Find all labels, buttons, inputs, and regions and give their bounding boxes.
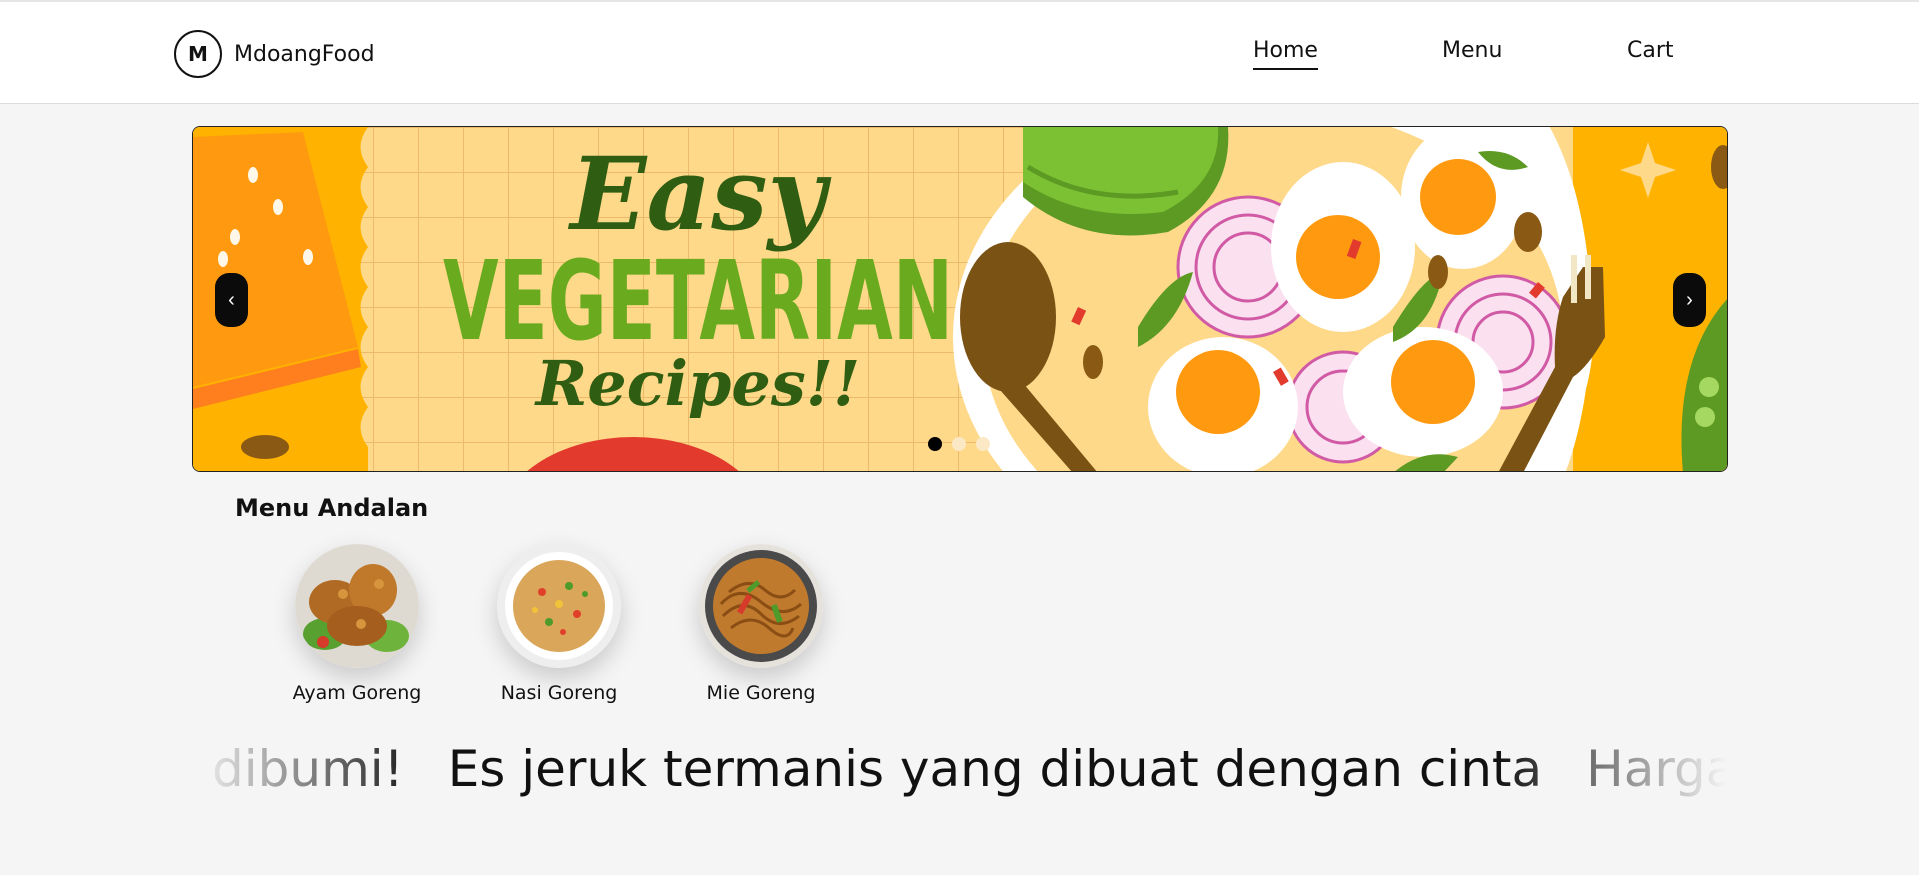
marquee-item: Es jeruk termanis yang dibuat dengan cin… (447, 740, 1543, 798)
menu-item-name: Mie Goreng (706, 682, 816, 704)
menu-item-ayam-goreng[interactable]: Ayam Goreng (277, 540, 437, 704)
fried-rice-image (497, 544, 621, 668)
carousel-dot-1[interactable] (928, 437, 942, 451)
marquee-item: Harga terjangkau (1586, 740, 1727, 798)
main-nav: Home Menu Cart (0, 38, 1919, 78)
menu-item-nasi-goreng[interactable]: Nasi Goreng (479, 540, 639, 704)
menu-item-mie-goreng[interactable]: Mie Goreng (681, 540, 841, 704)
featured-menu-list: Ayam Goreng Nasi Goreng Mie Goreng (270, 540, 970, 710)
carousel-next-button[interactable]: › (1673, 273, 1706, 327)
chevron-right-icon: › (1686, 289, 1693, 311)
carousel-dot-2[interactable] (952, 437, 966, 451)
featured-menu-title: Menu Andalan (235, 494, 429, 522)
carousel-indicators (928, 437, 1000, 451)
hero-carousel: Easy VEGETARIAN Recipes!! ‹ › (192, 126, 1728, 472)
marquee-track: Es campur terenak dibumi! Es jeruk terman… (193, 740, 1727, 798)
navbar: M MdoangFood Home Menu Cart (0, 0, 1919, 104)
menu-item-name: Ayam Goreng (292, 682, 422, 704)
nav-link-menu[interactable]: Menu (1442, 38, 1502, 68)
nav-link-home[interactable]: Home (1253, 38, 1318, 70)
banner-title-easy: Easy (567, 135, 831, 253)
chevron-left-icon: ‹ (228, 289, 235, 311)
marquee-item: Es campur terenak dibumi! (193, 740, 404, 798)
promo-marquee: Es campur terenak dibumi! Es jeruk terman… (193, 740, 1727, 810)
nav-link-cart[interactable]: Cart (1627, 38, 1674, 68)
carousel-prev-button[interactable]: ‹ (215, 273, 248, 327)
carousel-dot-3[interactable] (976, 437, 990, 451)
banner-title-recipes: Recipes!! (534, 347, 860, 420)
fried-noodles-image (699, 544, 823, 668)
banner-image: Easy VEGETARIAN Recipes!! (193, 127, 1727, 471)
menu-item-name: Nasi Goreng (500, 682, 618, 704)
banner-title-vegetarian: VEGETARIAN (443, 237, 953, 365)
fried-chicken-image (295, 544, 419, 668)
